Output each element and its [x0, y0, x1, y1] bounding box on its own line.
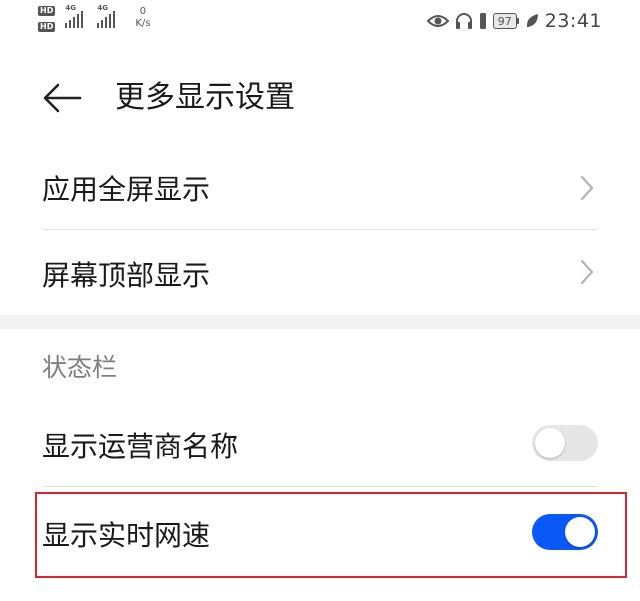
- hd-badge-sim2: HD: [38, 22, 56, 32]
- signal-icon-sim2: 4G: [97, 4, 119, 28]
- back-button[interactable]: [38, 74, 86, 122]
- network-type-sim2: 4G: [97, 4, 108, 12]
- headphones-icon: [455, 13, 472, 29]
- vibrate-icon: [479, 13, 486, 29]
- battery-icon: 97: [492, 13, 519, 29]
- network-speed-value: 0: [139, 6, 147, 17]
- network-speed-unit: K/s: [135, 18, 151, 29]
- menu-item-fullscreen-apps[interactable]: 应用全屏显示: [0, 148, 640, 230]
- page-title: 更多显示设置: [115, 80, 295, 115]
- section-header-status-bar: 状态栏: [42, 353, 118, 382]
- status-bar-right: 97 23:41: [426, 9, 602, 33]
- toggle-row-carrier-name: 显示运营商名称: [0, 400, 640, 486]
- toggle-knob: [535, 428, 565, 458]
- eye-icon: [426, 15, 449, 27]
- hd-badge-sim1: HD: [38, 6, 56, 16]
- menu-item-top-of-screen[interactable]: 屏幕顶部显示: [0, 230, 640, 314]
- battery-level: 97: [492, 13, 517, 29]
- status-bar: HD HD 4G 4G 0 K/s 97 23:41: [0, 0, 640, 46]
- signal-icon-sim1: 4G: [65, 4, 87, 28]
- section-separator: [0, 315, 640, 329]
- divider: [42, 486, 598, 487]
- network-speed: 0 K/s: [135, 6, 150, 30]
- status-bar-left: HD HD 4G 4G 0 K/s: [38, 4, 150, 40]
- highlight-box: [35, 492, 627, 578]
- arrow-left-icon: [43, 83, 82, 113]
- sim-badges: HD HD: [38, 6, 56, 32]
- chevron-right-icon: [580, 175, 594, 201]
- chevron-right-icon: [580, 259, 594, 285]
- carrier-name-toggle[interactable]: [532, 425, 598, 461]
- title-bar: 更多显示设置: [0, 66, 640, 130]
- menu-item-label: 屏幕顶部显示: [42, 259, 211, 292]
- toggle-label: 显示运营商名称: [42, 430, 239, 463]
- network-type-sim1: 4G: [65, 4, 76, 12]
- leaf-icon: [526, 14, 538, 27]
- status-time: 23:41: [544, 10, 602, 32]
- menu-item-label: 应用全屏显示: [42, 173, 211, 206]
